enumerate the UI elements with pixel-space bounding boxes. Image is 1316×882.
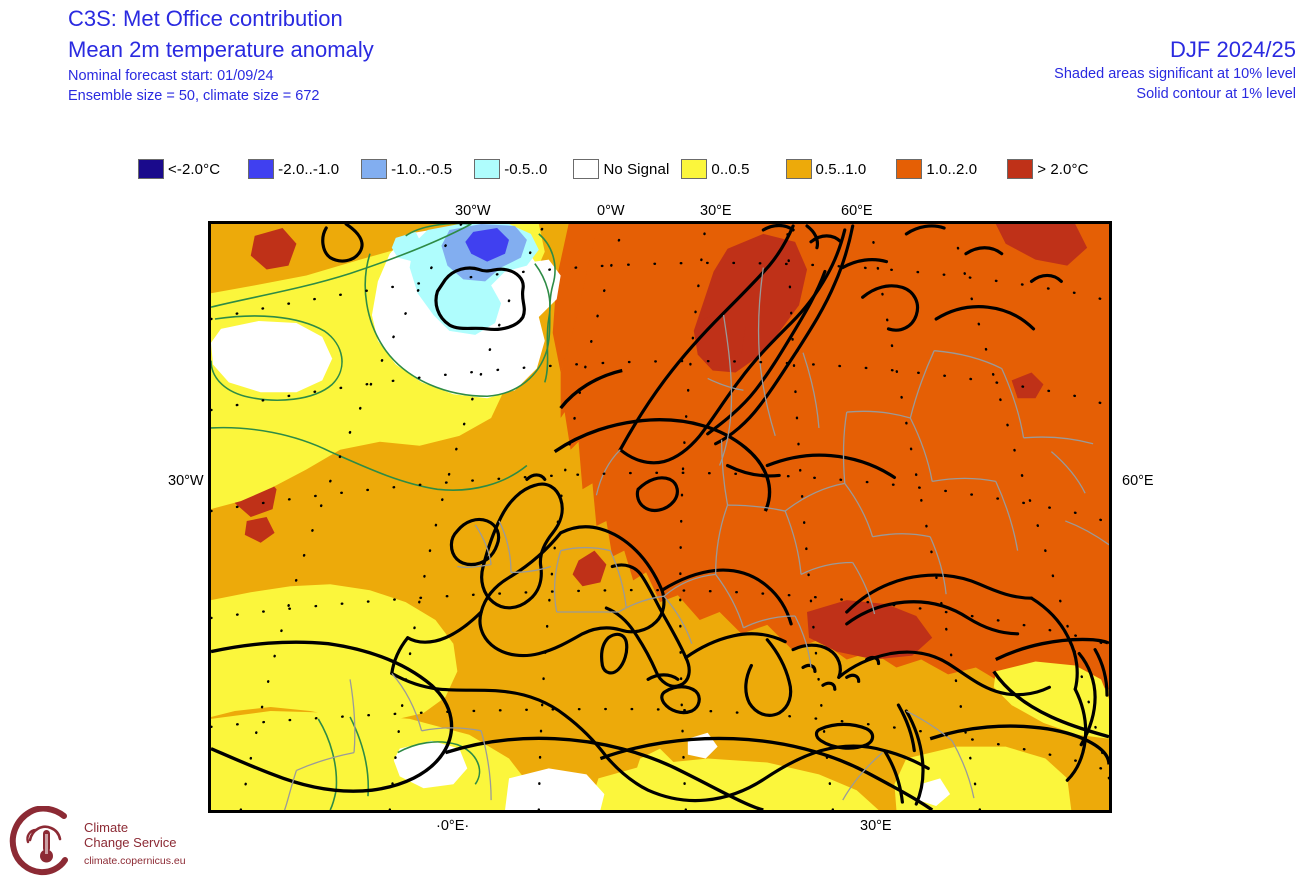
page-title: Mean 2m temperature anomaly: [68, 37, 374, 62]
contour-note: Solid contour at 1% level: [1136, 86, 1296, 102]
legend-item-0: <-2.0°C: [138, 159, 220, 179]
significance-note: Shaded areas significant at 10% level: [1054, 66, 1296, 82]
legend-swatch-5: [681, 159, 708, 179]
legend-swatch-2: [361, 159, 388, 179]
legend-label-3: -0.5..0: [504, 160, 548, 178]
legend-swatch-4: [573, 159, 600, 179]
axis-top-tick-1: 0°W: [597, 203, 625, 219]
copernicus-emblem-icon: [9, 805, 68, 876]
legend-label-4: No Signal: [603, 160, 670, 178]
legend-item-5: 0..0.5: [681, 159, 749, 179]
organisation-title: C3S: Met Office contribution: [68, 6, 343, 31]
legend-label-7: 1.0..2.0: [926, 160, 978, 178]
legend-swatch-6: [785, 159, 812, 179]
map-canvas: [211, 224, 1109, 810]
header-left-block: C3S: Met Office contribution Mean 2m tem…: [68, 4, 374, 106]
forecast-map-page: C3S: Met Office contribution Mean 2m tem…: [0, 0, 1316, 882]
axis-top-tick-0: 30°W: [455, 203, 491, 219]
legend-item-1: -2.0..-1.0: [248, 159, 339, 179]
legend-item-3: -0.5..0: [474, 159, 547, 179]
header-right-block: DJF 2024/25 Shaded areas significant at …: [1054, 36, 1296, 104]
ensemble-size-text: Ensemble size = 50, climate size = 672: [68, 88, 320, 104]
axis-bottom-tick-0: ·0°E·: [436, 818, 470, 834]
legend-swatch-8: [1007, 159, 1034, 179]
legend-item-7: 1.0..2.0: [896, 159, 977, 179]
legend-label-5: 0..0.5: [711, 160, 750, 178]
legend-label-1: -2.0..-1.0: [278, 160, 340, 178]
legend-swatch-0: [138, 159, 164, 179]
legend-item-8: > 2.0°C: [1007, 159, 1088, 179]
axis-bottom-tick-1: 30°E: [860, 818, 892, 834]
axis-right-tick: 60°E: [1122, 473, 1154, 489]
logo-line-2: Change Service: [84, 835, 177, 850]
legend-label-8: > 2.0°C: [1037, 160, 1089, 178]
axis-top-tick-2: 30°E: [700, 203, 732, 219]
legend-swatch-3: [474, 159, 501, 179]
logo-line-1: Climate: [84, 820, 129, 835]
legend-label-2: -1.0..-0.5: [391, 160, 453, 178]
season-label: DJF 2024/25: [1170, 37, 1296, 62]
color-legend: <-2.0°C -2.0..-1.0 -1.0..-0.5 -0.5..0 No Sig…: [0, 152, 1316, 186]
copernicus-logo: Climate Change Service climate.copernicu…: [6, 805, 216, 878]
logo-url: climate.copernicus.eu: [84, 855, 186, 867]
legend-item-2: -1.0..-0.5: [361, 159, 452, 179]
legend-swatch-7: [896, 159, 923, 179]
legend-label-0: <-2.0°C: [168, 160, 221, 178]
legend-label-6: 0.5..1.0: [815, 160, 867, 178]
legend-swatch-1: [248, 159, 275, 179]
legend-item-4: No Signal: [573, 159, 669, 179]
axis-left-tick: 30°W: [168, 473, 204, 489]
logo-text: Climate Change Service: [84, 820, 177, 850]
axis-top-tick-3: 60°E: [841, 203, 873, 219]
legend-item-6: 0.5..1.0: [785, 159, 867, 179]
forecast-start-text: Nominal forecast start: 01/09/24: [68, 68, 274, 84]
temperature-anomaly-map[interactable]: [208, 221, 1112, 813]
legend-row: <-2.0°C -2.0..-1.0 -1.0..-0.5 -0.5..0 No Sig…: [0, 152, 1316, 186]
